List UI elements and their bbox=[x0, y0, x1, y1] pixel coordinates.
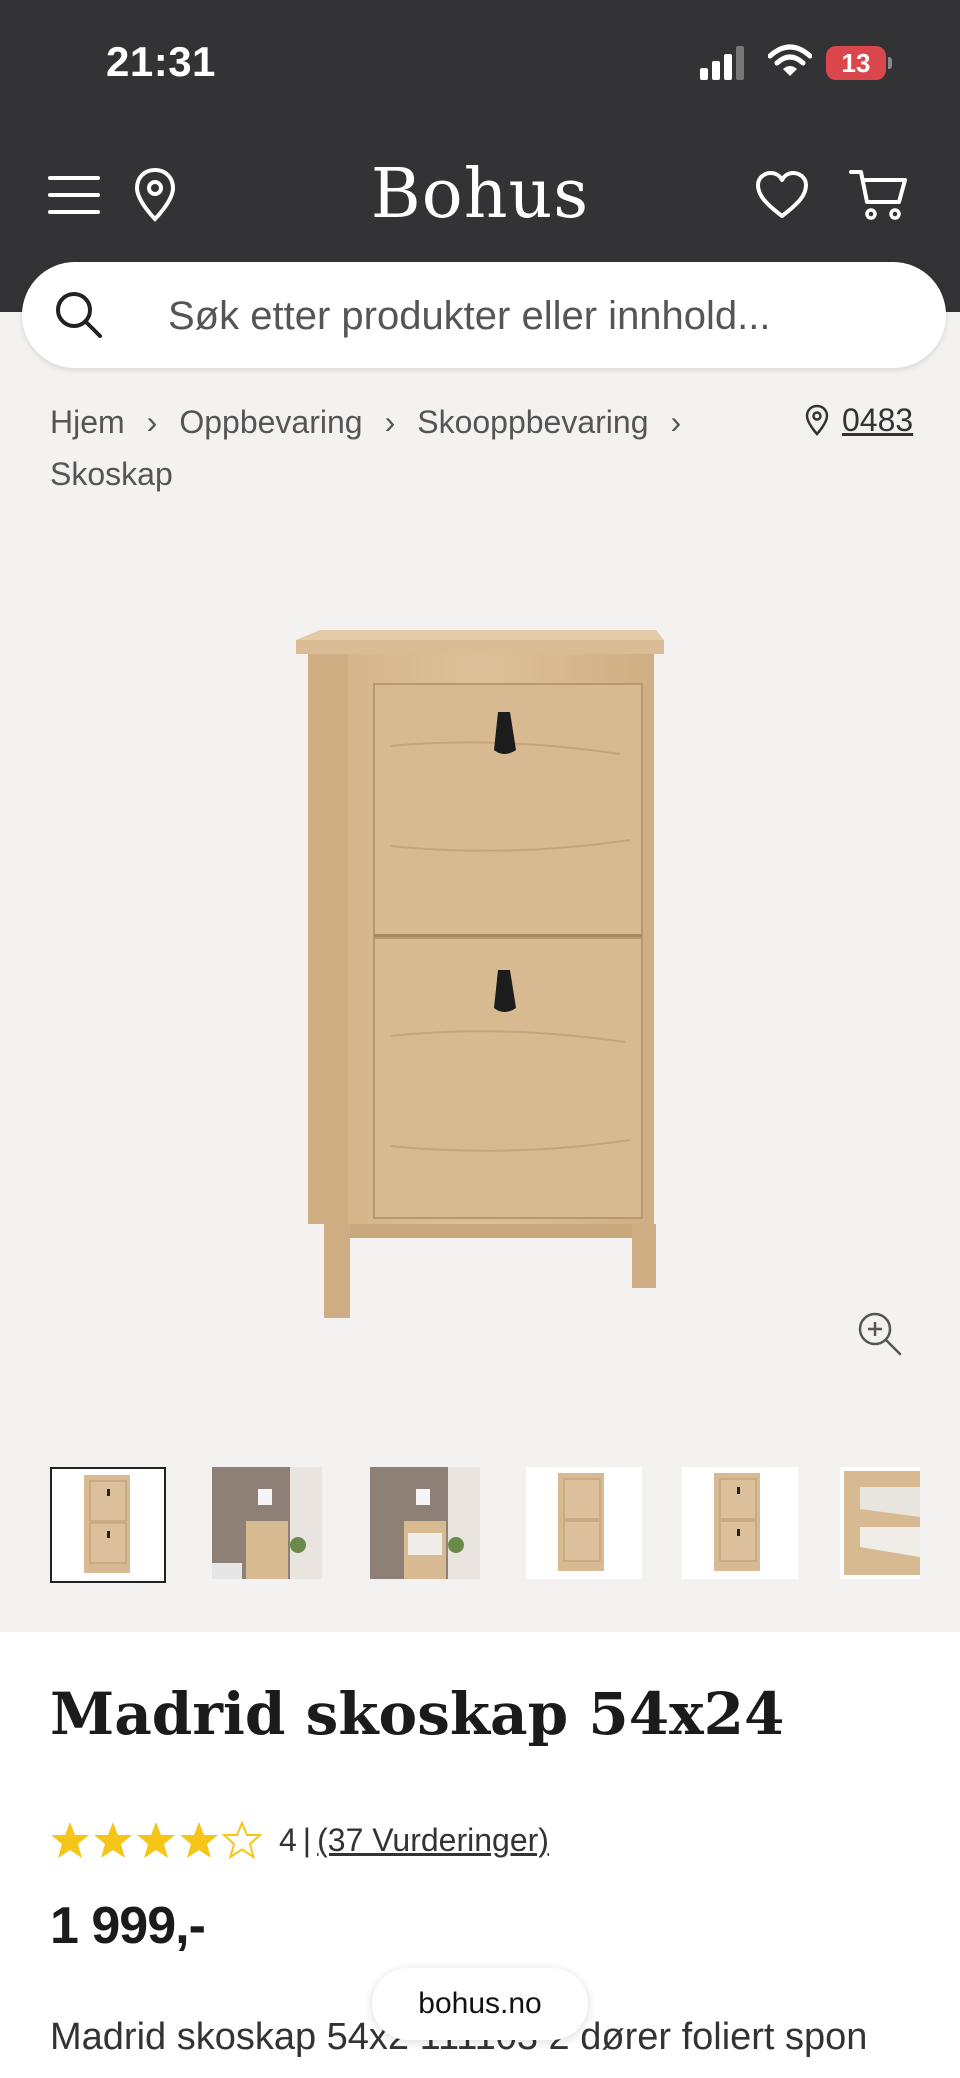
battery-icon: 13 bbox=[826, 46, 892, 80]
star-filled-icon bbox=[51, 1822, 89, 1858]
breadcrumb-oppbevaring[interactable]: Oppbevaring bbox=[179, 404, 362, 440]
star-filled-icon bbox=[94, 1822, 132, 1858]
rating-stars bbox=[50, 1820, 265, 1860]
thumbnail-5[interactable] bbox=[682, 1467, 798, 1579]
thumbnail-4[interactable] bbox=[526, 1467, 642, 1579]
thumbnail-6[interactable] bbox=[840, 1467, 920, 1579]
zoom-in-icon[interactable] bbox=[856, 1310, 904, 1363]
rating-separator: | bbox=[302, 1821, 312, 1858]
chevron-right-icon: › bbox=[146, 404, 158, 440]
breadcrumb-home[interactable]: Hjem bbox=[50, 404, 125, 440]
rating-value: 4 bbox=[279, 1821, 297, 1858]
battery-level: 13 bbox=[826, 46, 886, 80]
search-bar[interactable] bbox=[22, 262, 946, 370]
product-title: Madrid skoskap 54x24 bbox=[50, 1680, 785, 1748]
location-pin-icon bbox=[805, 404, 829, 436]
wifi-icon bbox=[768, 44, 812, 76]
reviews-link[interactable]: (37 Vurderinger) bbox=[317, 1822, 549, 1859]
nav-row: Bohus bbox=[0, 150, 960, 240]
breadcrumb-current: Skoskap bbox=[50, 456, 173, 492]
star-empty-icon bbox=[222, 1820, 262, 1860]
heart-icon[interactable] bbox=[752, 150, 812, 240]
status-time: 21:31 bbox=[106, 38, 216, 85]
browser-url-bar[interactable]: bohus.no bbox=[372, 1968, 588, 2040]
store-selector[interactable]: 0483 bbox=[804, 398, 913, 442]
thumbnail-2[interactable] bbox=[212, 1467, 322, 1579]
battery-cap bbox=[888, 57, 892, 69]
search-icon bbox=[56, 292, 102, 338]
cellular-signal-icon bbox=[700, 46, 744, 80]
shopping-cart-icon[interactable] bbox=[848, 150, 910, 240]
chevron-right-icon: › bbox=[670, 404, 682, 440]
status-bar: 21:31 13 bbox=[0, 0, 960, 130]
breadcrumb: Hjem › Oppbevaring › Skooppbevaring › Skoskap bbox=[50, 396, 790, 500]
product-main-image[interactable] bbox=[280, 626, 680, 1326]
product-rating: 4 | (37 Vurderinger) bbox=[50, 1818, 549, 1862]
thumbnail-3[interactable] bbox=[370, 1467, 480, 1579]
hamburger-menu-icon[interactable] bbox=[44, 150, 104, 240]
store-number[interactable]: 0483 bbox=[842, 402, 913, 439]
star-filled-icon bbox=[137, 1822, 175, 1858]
star-filled-icon bbox=[180, 1822, 218, 1858]
breadcrumb-skooppbevaring[interactable]: Skooppbevaring bbox=[417, 404, 648, 440]
product-price: 1 999,- bbox=[50, 1897, 206, 1955]
thumbnail-strip bbox=[50, 1465, 920, 1583]
thumbnail-1[interactable] bbox=[50, 1467, 166, 1583]
search-input[interactable] bbox=[166, 262, 930, 370]
chevron-right-icon: › bbox=[384, 404, 396, 440]
location-pin-icon[interactable] bbox=[130, 150, 180, 240]
